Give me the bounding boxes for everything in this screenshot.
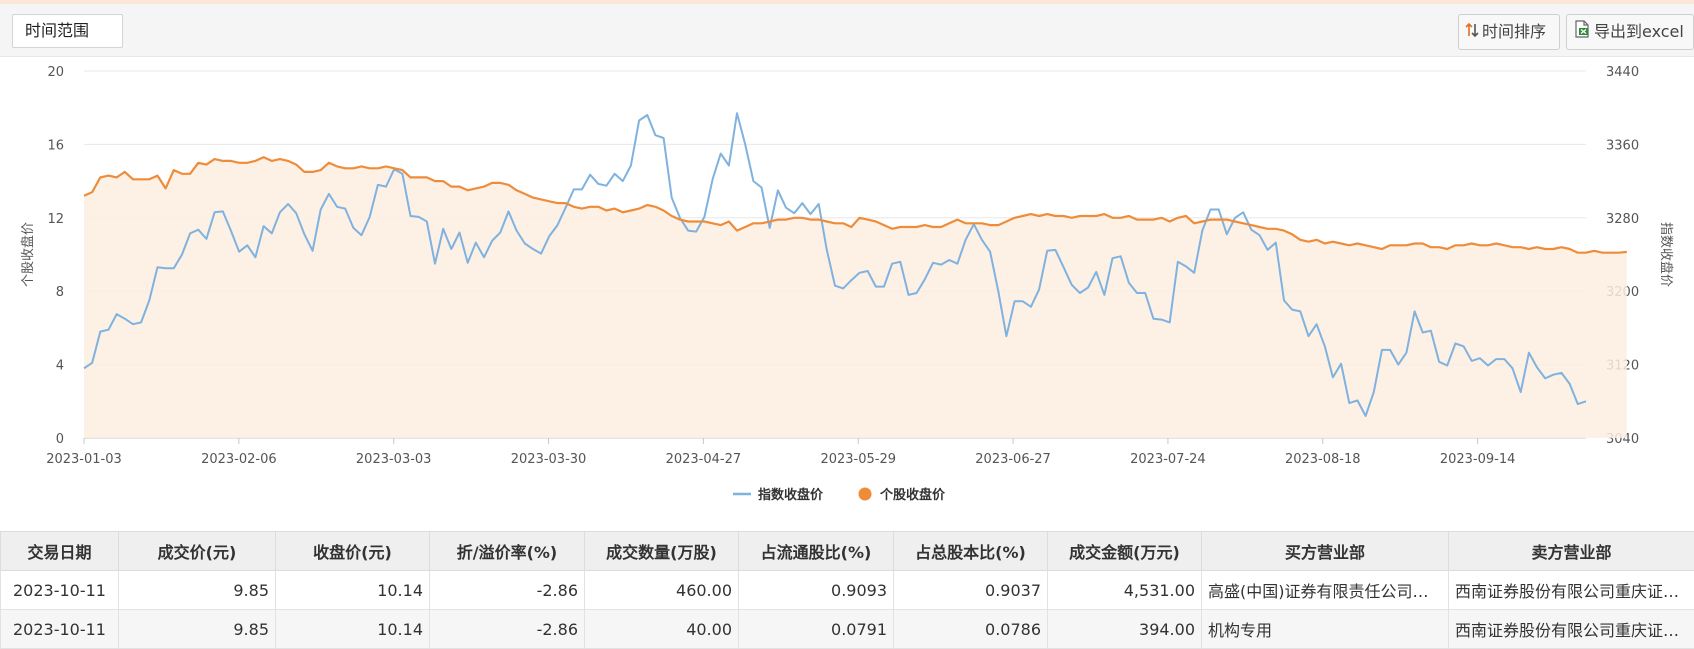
toolbar: 时间范围 时间排序 导出到excel [0,4,1694,57]
cell-premium-rate: -2.86 [430,610,585,649]
time-sort-button[interactable]: 时间排序 [1458,14,1560,50]
time-sort-label: 时间排序 [1482,22,1546,41]
legend-stock-label[interactable]: 个股收盘价 [879,487,946,503]
col-trade-price[interactable]: 成交价(元) [119,532,276,571]
cell-total-ratio: 0.0786 [894,610,1048,649]
x-tick-label: 2023-09-14 [1440,452,1516,467]
col-float-ratio[interactable]: 占流通股比(%) [739,532,894,571]
cell-total-ratio: 0.9037 [894,571,1048,610]
cell-buyer[interactable]: 机构专用 [1202,610,1449,649]
x-tick-label: 2023-02-06 [201,452,277,467]
cell-close-price: 10.14 [276,610,430,649]
cell-trade-date: 2023-10-11 [1,610,119,649]
y-axis-title: 个股收盘价 [20,222,36,287]
export-excel-label: 导出到excel [1594,22,1684,41]
y2-tick-label: 3440 [1606,65,1639,80]
col-seller[interactable]: 卖方营业部 [1449,532,1694,571]
col-trade-date[interactable]: 交易日期 [1,532,119,571]
table-row: 2023-10-11 9.85 10.14 -2.86 460.00 0.909… [1,571,1694,610]
export-excel-button[interactable]: 导出到excel [1566,14,1694,50]
sort-arrows-icon [1465,16,1479,50]
cell-seller[interactable]: 西南证券股份有限公司重庆证券营业部 [1449,571,1694,610]
cell-float-ratio: 0.0791 [739,610,894,649]
y-tick-label: 16 [47,138,64,153]
col-buyer[interactable]: 买方营业部 [1202,532,1449,571]
col-volume[interactable]: 成交数量(万股) [585,532,739,571]
cell-trade-date: 2023-10-11 [1,571,119,610]
cell-volume: 40.00 [585,610,739,649]
col-total-ratio[interactable]: 占总股本比(%) [894,532,1048,571]
y2-tick-label: 3280 [1606,212,1639,227]
legend-stock-swatch[interactable] [859,488,872,501]
cell-close-price: 10.14 [276,571,430,610]
y-tick-label: 8 [56,285,64,300]
time-range-button[interactable]: 时间范围 [12,14,123,48]
stock-area-fill [84,157,1627,438]
table-row: 2023-10-11 9.85 10.14 -2.86 40.00 0.0791… [1,610,1694,649]
x-tick-label: 2023-08-18 [1285,452,1361,467]
cell-seller[interactable]: 西南证券股份有限公司重庆证券营业部 [1449,610,1694,649]
y-tick-label: 20 [47,65,64,80]
y-tick-label: 12 [47,212,64,227]
y2-axis-title: 指数收盘价 [1658,222,1674,287]
cell-buyer[interactable]: 高盛(中国)证券有限责任公司上海浦东新区世纪大道证券营业部 [1202,571,1449,610]
x-tick-label: 2023-03-30 [511,452,587,467]
cell-float-ratio: 0.9093 [739,571,894,610]
col-premium-rate[interactable]: 折/溢价率(%) [430,532,585,571]
price-chart: 048121620304031203200328033603440个股收盘价指数… [0,56,1694,531]
table-header-row: 交易日期 成交价(元) 收盘价(元) 折/溢价率(%) 成交数量(万股) 占流通… [1,532,1694,571]
legend-index-label[interactable]: 指数收盘价 [758,487,824,503]
y2-tick-label: 3360 [1606,138,1639,153]
x-tick-label: 2023-04-27 [666,452,742,467]
col-close-price[interactable]: 收盘价(元) [276,532,430,571]
x-tick-label: 2023-03-03 [356,452,432,467]
x-tick-label: 2023-05-29 [820,452,896,467]
col-amount[interactable]: 成交金额(万元) [1048,532,1202,571]
y-tick-label: 0 [56,432,64,447]
cell-trade-price: 9.85 [119,610,276,649]
cell-amount: 394.00 [1048,610,1202,649]
x-tick-label: 2023-06-27 [975,452,1051,467]
cell-volume: 460.00 [585,571,739,610]
cell-premium-rate: -2.86 [430,571,585,610]
y-tick-label: 4 [56,359,64,374]
x-tick-label: 2023-07-24 [1130,452,1206,467]
cell-trade-price: 9.85 [119,571,276,610]
x-tick-label: 2023-01-03 [46,452,122,467]
block-trade-table: 交易日期 成交价(元) 收盘价(元) 折/溢价率(%) 成交数量(万股) 占流通… [0,531,1694,649]
cell-amount: 4,531.00 [1048,571,1202,610]
excel-file-icon [1573,16,1591,50]
